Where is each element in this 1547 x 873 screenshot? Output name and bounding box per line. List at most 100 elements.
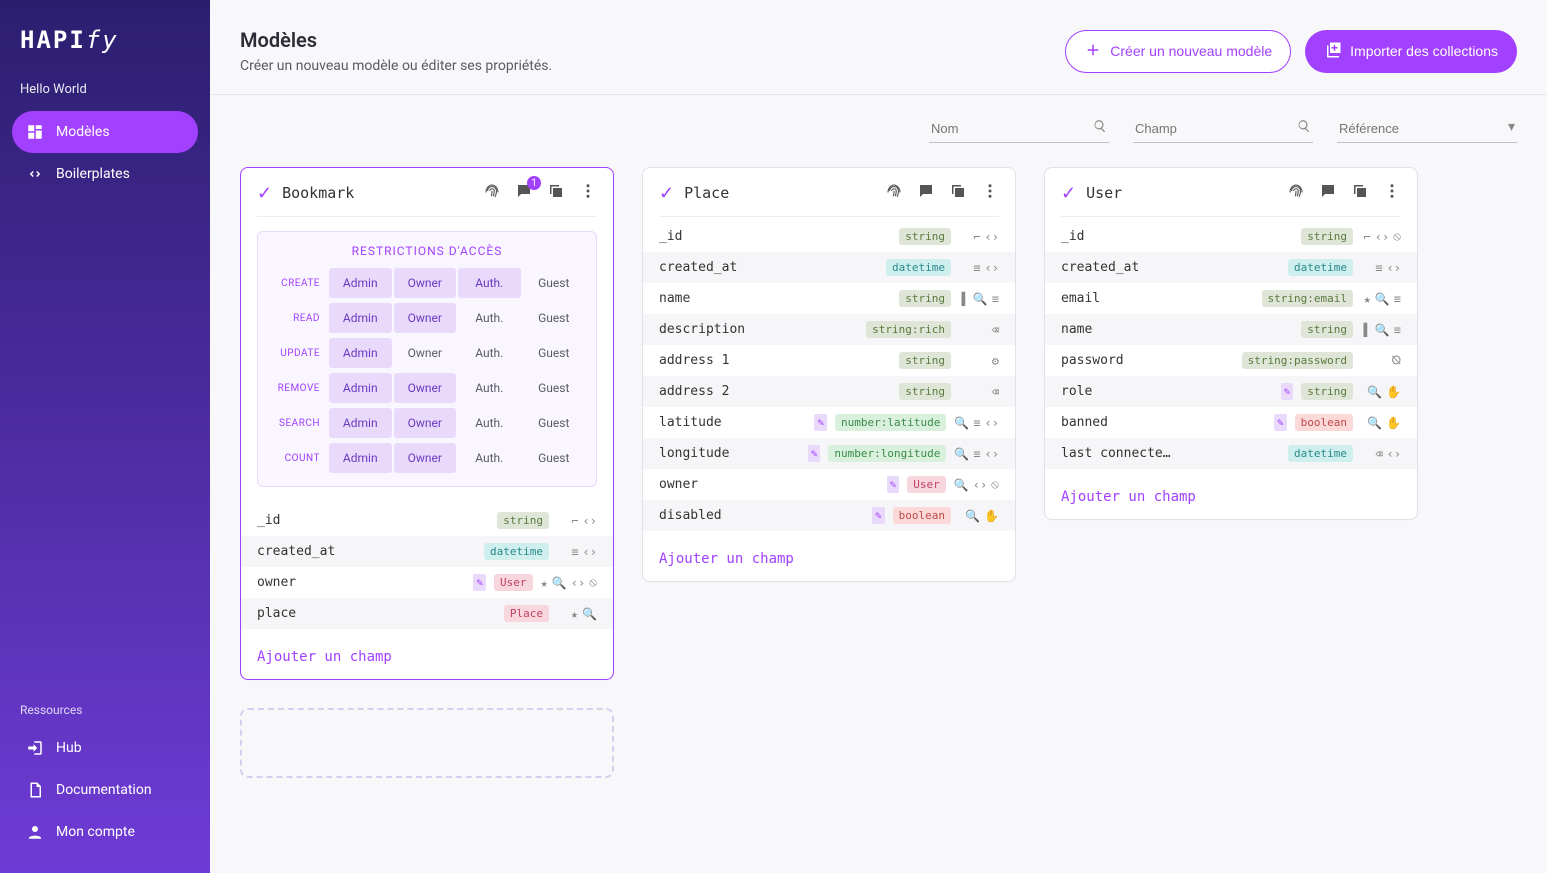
field-row[interactable]: created_atdatetime≡‹› (241, 536, 613, 567)
field-row[interactable]: owner✎User🔍‹›⦸ (643, 469, 1015, 500)
model-name[interactable]: Bookmark (282, 184, 473, 202)
comment-icon[interactable] (1319, 182, 1337, 204)
field-row[interactable]: address 2string⌫ (643, 376, 1015, 407)
access-role-cell[interactable]: Admin (329, 373, 392, 403)
page-title: Modèles (240, 28, 552, 52)
filter-name-input[interactable] (929, 115, 1109, 142)
copy-icon[interactable] (1351, 182, 1369, 204)
filter-name[interactable] (929, 115, 1109, 143)
field-row[interactable]: descriptionstring:rich⌫ (643, 314, 1015, 345)
sidebar-item-hub[interactable]: Hub (12, 727, 198, 769)
model-name[interactable]: Place (684, 184, 875, 202)
sidebar-item-label: Modèles (56, 124, 110, 140)
field-row[interactable]: _idstring⌐‹› (643, 221, 1015, 252)
comment-icon[interactable]: 1 (515, 182, 533, 204)
code-icon: ‹› (985, 416, 999, 430)
access-role-cell[interactable]: Admin (329, 303, 392, 333)
type-chip: string:rich (866, 321, 951, 338)
fingerprint-icon[interactable] (885, 182, 903, 204)
access-role-cell[interactable]: Admin (329, 408, 392, 438)
type-chip: string (899, 352, 951, 369)
field-row[interactable]: last connecte…datetime⌫‹› (1045, 438, 1417, 469)
field-row[interactable]: namestring▌🔍≡ (1045, 314, 1417, 345)
field-name: _id (257, 513, 489, 528)
create-model-button[interactable]: Créer un nouveau modèle (1065, 30, 1291, 73)
field-row[interactable]: latitude✎number:latitude🔍≡‹› (643, 407, 1015, 438)
access-role-cell[interactable]: Owner (394, 373, 457, 403)
field-row[interactable]: role✎string🔍✋ (1045, 376, 1417, 407)
field-row[interactable]: address 1string⚙ (643, 345, 1015, 376)
access-role-cell[interactable]: Auth. (458, 373, 521, 403)
field-name: created_at (659, 260, 878, 275)
fingerprint-icon[interactable] (1287, 182, 1305, 204)
key-icon: ⌐ (973, 230, 980, 244)
access-role-cell[interactable]: Owner (394, 268, 457, 298)
access-role-cell[interactable]: Guest (523, 268, 586, 298)
sidebar-item-models[interactable]: Modèles (12, 111, 198, 153)
fingerprint-icon[interactable] (483, 182, 501, 204)
add-field-button[interactable]: Ajouter un champ (643, 539, 1015, 581)
sidebar-item-documentation[interactable]: Documentation (12, 769, 198, 811)
fields-list: _idstring⌐‹›created_atdatetime≡‹›owner✎U… (241, 501, 613, 637)
field-row[interactable]: passwordstring:password⦰ (1045, 345, 1417, 376)
access-role-cell[interactable]: Owner (394, 408, 457, 438)
field-row[interactable]: _idstring⌐‹›⦸ (1045, 221, 1417, 252)
access-role-cell[interactable]: Guest (523, 373, 586, 403)
access-role-cell[interactable]: Auth. (458, 443, 521, 473)
field-row[interactable]: _idstring⌐‹› (241, 505, 613, 536)
access-role-cell[interactable]: Admin (329, 268, 392, 298)
access-role-cell[interactable]: Guest (523, 338, 586, 368)
filter-field-input[interactable] (1133, 115, 1313, 142)
type-chip: datetime (886, 259, 951, 276)
access-role-cell[interactable]: Guest (523, 443, 586, 473)
add-field-button[interactable]: Ajouter un champ (241, 637, 613, 679)
filter-reference-select[interactable] (1337, 115, 1517, 142)
stop-icon: ⦸ (1393, 229, 1401, 244)
sidebar-item-account[interactable]: Mon compte (12, 811, 198, 853)
access-role-cell[interactable]: Guest (523, 408, 586, 438)
field-row[interactable]: owner✎User★🔍‹›⦸ (241, 567, 613, 598)
filter-reference[interactable]: ▾ (1337, 115, 1517, 143)
import-collections-button[interactable]: Importer des collections (1305, 30, 1517, 73)
access-role-cell[interactable]: Owner (394, 443, 457, 473)
star-icon: ★ (571, 607, 578, 621)
access-role-cell[interactable]: Auth. (458, 303, 521, 333)
copy-icon[interactable] (949, 182, 967, 204)
copy-icon[interactable] (547, 182, 565, 204)
more-icon[interactable] (579, 182, 597, 204)
access-role-cell[interactable]: Auth. (458, 268, 521, 298)
access-row: SEARCHAdminOwnerAuth.Guest (268, 408, 586, 438)
access-role-cell[interactable]: Owner (394, 338, 457, 368)
check-icon: ✓ (1061, 183, 1076, 204)
field-row[interactable]: placePlace★🔍 (241, 598, 613, 629)
access-role-cell[interactable]: Auth. (458, 338, 521, 368)
field-flags: 🔍‹›⦸ (954, 477, 999, 492)
null-icon: ⌫ (992, 385, 999, 399)
access-role-cell[interactable]: Owner (394, 303, 457, 333)
field-row[interactable]: emailstring:email★🔍≡ (1045, 283, 1417, 314)
access-role-cell[interactable]: Auth. (458, 408, 521, 438)
field-name: last connecte… (1061, 446, 1280, 461)
comment-icon[interactable] (917, 182, 935, 204)
field-row[interactable]: longitude✎number:longitude🔍≡‹› (643, 438, 1015, 469)
field-row[interactable]: disabled✎boolean🔍✋ (643, 500, 1015, 531)
more-icon[interactable] (981, 182, 999, 204)
field-row[interactable]: namestring▌🔍≡ (643, 283, 1015, 314)
note-icon: ✎ (887, 476, 900, 493)
filter-field[interactable] (1133, 115, 1313, 143)
field-row[interactable]: created_atdatetime≡‹› (1045, 252, 1417, 283)
field-row[interactable]: banned✎boolean🔍✋ (1045, 407, 1417, 438)
access-role-cell[interactable]: Admin (329, 338, 392, 368)
model-name[interactable]: User (1086, 184, 1277, 202)
fields-list: _idstring⌐‹›created_atdatetime≡‹›namestr… (643, 217, 1015, 539)
access-role-cell[interactable]: Guest (523, 303, 586, 333)
note-icon: ✎ (1274, 414, 1287, 431)
sidebar-item-boilerplates[interactable]: Boilerplates (12, 153, 198, 195)
fields-list: _idstring⌐‹›⦸created_atdatetime≡‹›emails… (1045, 217, 1417, 477)
more-icon[interactable] (1383, 182, 1401, 204)
new-model-placeholder[interactable] (240, 708, 614, 778)
field-row[interactable]: created_atdatetime≡‹› (643, 252, 1015, 283)
type-chip: string (497, 512, 549, 529)
access-role-cell[interactable]: Admin (329, 443, 392, 473)
add-field-button[interactable]: Ajouter un champ (1045, 477, 1417, 519)
